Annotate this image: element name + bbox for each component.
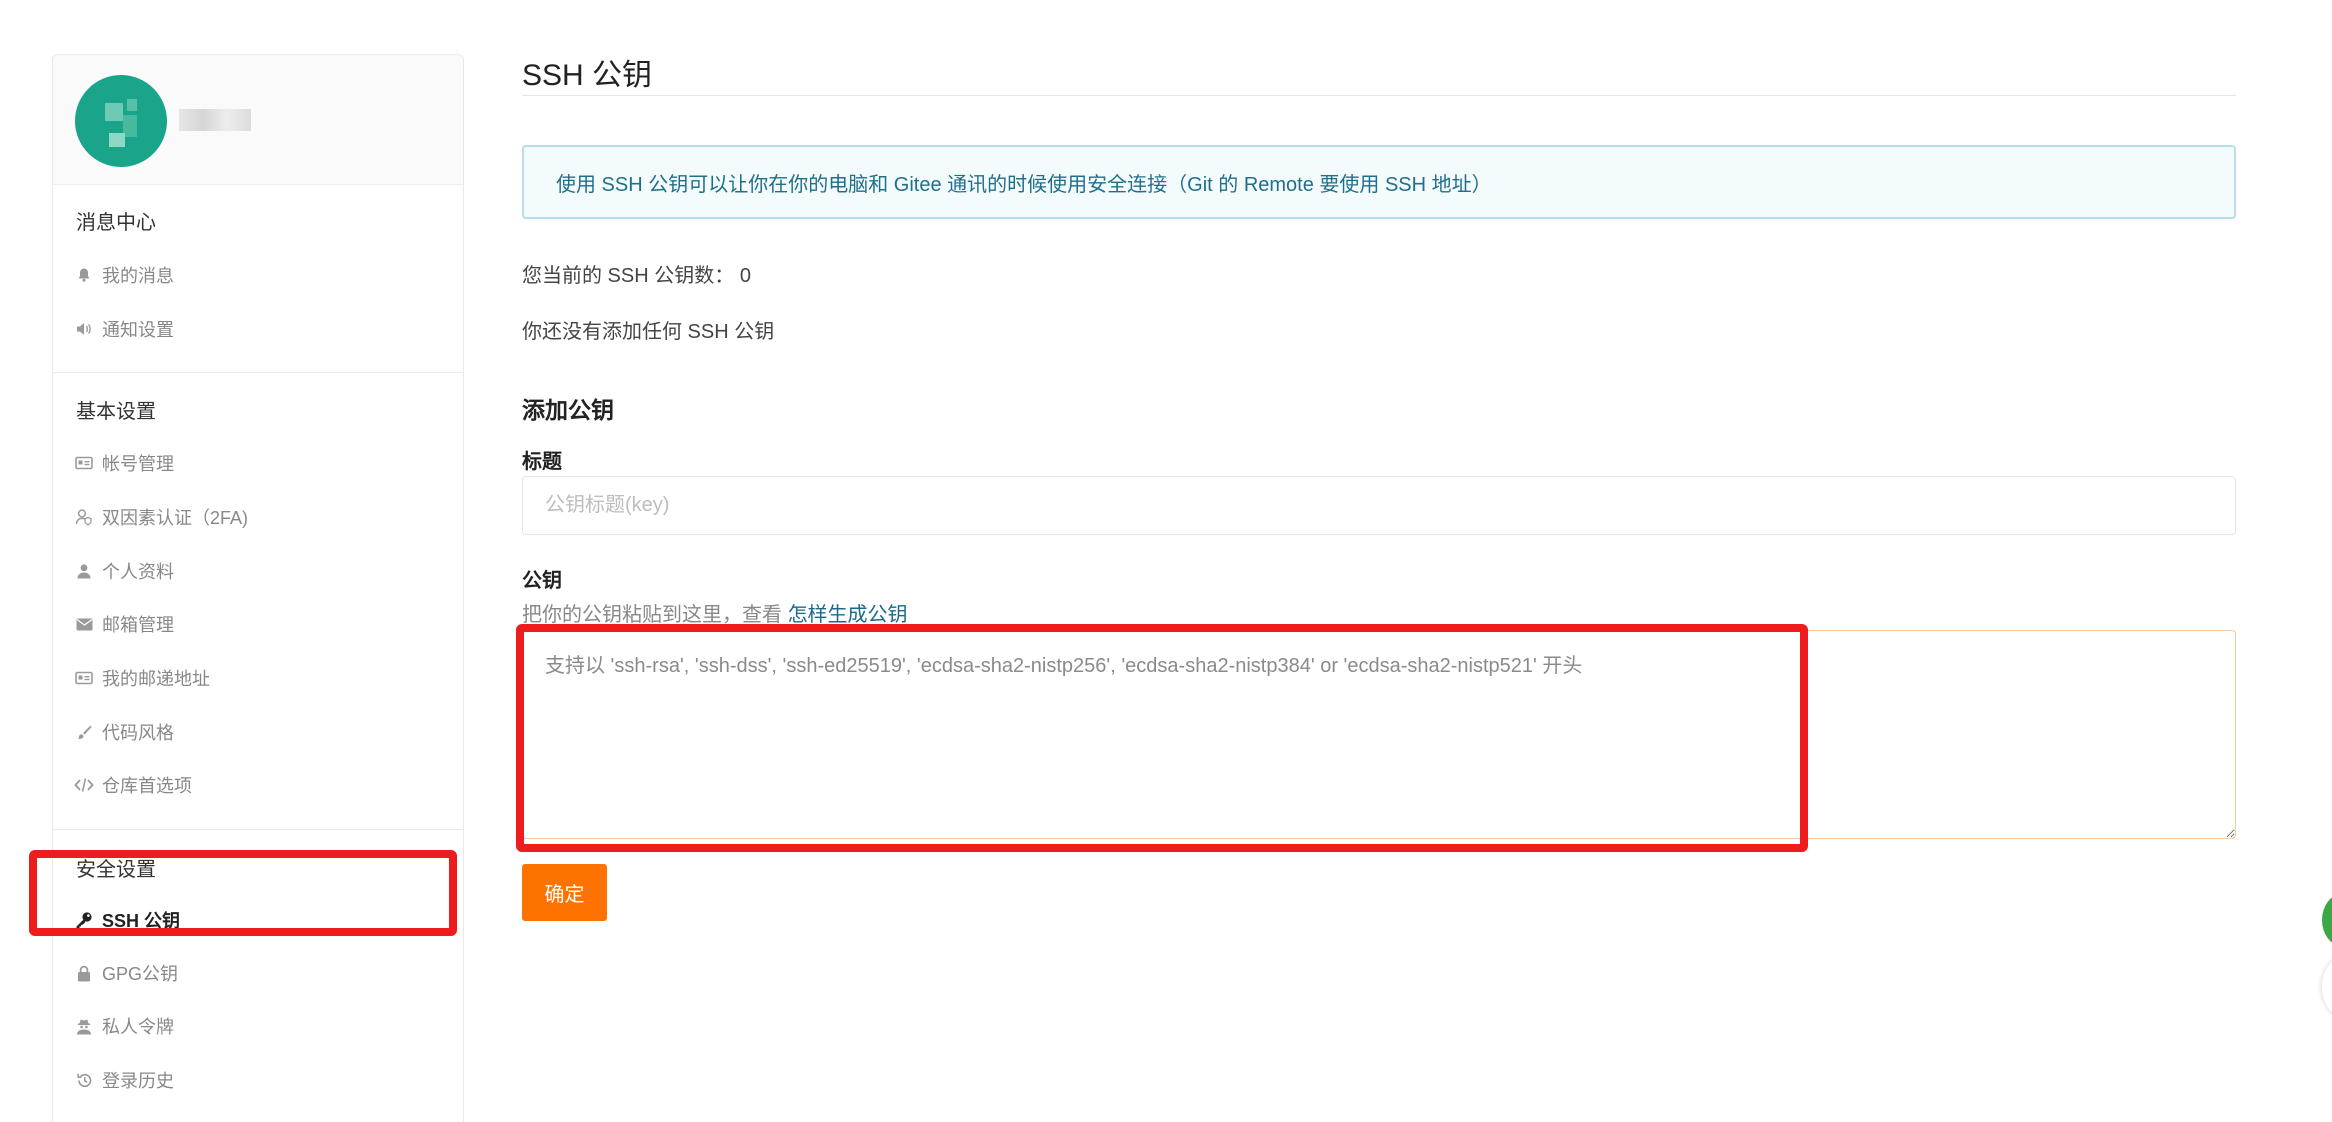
floating-action-button[interactable] — [2322, 894, 2332, 946]
envelope-icon — [74, 614, 94, 634]
sidebar-item-label: 我的邮递地址 — [102, 669, 210, 689]
key-count-label: 您当前的 SSH 公钥数： — [522, 265, 735, 287]
key-count-value: 0 — [739, 265, 751, 287]
section-title-security: 安全设置 — [76, 859, 156, 881]
section-title-messages: 消息中心 — [76, 212, 156, 234]
sidebar-item-label: GPG公钥 — [102, 964, 179, 984]
sidebar-item-label: 个人资料 — [102, 562, 174, 582]
sidebar-item-notify-settings[interactable]: 通知设置 — [74, 314, 174, 344]
key-count: 您当前的 SSH 公钥数： 0 — [522, 259, 751, 288]
user-card — [53, 55, 463, 185]
sidebar-item-label: 通知设置 — [102, 320, 174, 340]
title-divider — [522, 95, 2236, 96]
sidebar-item-address[interactable]: 我的邮递地址 — [74, 663, 210, 693]
user-secret-icon — [74, 1016, 94, 1036]
sidebar-item-two-factor[interactable]: 双因素认证（2FA) — [74, 502, 248, 532]
user-shield-icon — [74, 507, 94, 527]
add-key-heading: 添加公钥 — [522, 397, 614, 423]
key-field-label: 公钥 — [522, 570, 562, 592]
bell-icon — [74, 265, 94, 285]
key-hint-text: 把你的公钥粘贴到这里，查看 — [522, 604, 782, 626]
sidebar-item-private-token[interactable]: 私人令牌 — [74, 1011, 174, 1041]
floating-helper-button[interactable] — [2322, 958, 2332, 1016]
lock-icon — [74, 963, 94, 983]
sidebar-item-label: 代码风格 — [102, 723, 174, 743]
title-field-label: 标题 — [522, 451, 562, 473]
sidebar-item-account[interactable]: 帐号管理 — [74, 448, 174, 478]
sidebar-item-profile[interactable]: 个人资料 — [74, 556, 174, 586]
sidebar-item-label: 登录历史 — [102, 1071, 174, 1091]
sidebar-item-gpg-keys[interactable]: GPG公钥 — [74, 958, 178, 988]
sidebar-item-repo-prefs[interactable]: 仓库首选项 — [74, 770, 192, 800]
info-banner: 使用 SSH 公钥可以让你在你的电脑和 Gitee 通讯的时候使用安全连接（Gi… — [522, 145, 2236, 219]
sidebar-item-code-style[interactable]: 代码风格 — [74, 717, 174, 747]
how-to-generate-key-link[interactable]: 怎样生成公钥 — [788, 604, 908, 626]
sidebar-item-login-history[interactable]: 登录历史 — [74, 1065, 174, 1095]
info-banner-text: 使用 SSH 公钥可以让你在你的电脑和 Gitee 通讯的时候使用安全连接（Gi… — [556, 173, 1492, 196]
sidebar-item-my-messages[interactable]: 我的消息 — [74, 260, 174, 290]
section-title-basic: 基本设置 — [76, 401, 156, 423]
sidebar-item-label: 帐号管理 — [102, 454, 174, 474]
submit-button[interactable]: 确定 — [522, 864, 607, 921]
sidebar-item-label: 我的消息 — [102, 266, 174, 286]
sidebar-item-label: SSH 公钥 — [102, 911, 181, 931]
key-field-hint: 把你的公钥粘贴到这里，查看 怎样生成公钥 — [522, 598, 908, 627]
brush-icon — [74, 722, 94, 742]
sidebar-item-ssh-keys[interactable]: SSH 公钥 — [74, 905, 180, 935]
sidebar-item-label: 仓库首选项 — [102, 776, 192, 796]
speaker-icon — [74, 319, 94, 339]
id-card-icon — [74, 453, 94, 473]
sidebar-item-label: 双因素认证（2FA) — [102, 508, 249, 528]
avatar[interactable] — [75, 75, 167, 167]
sidebar-item-email[interactable]: 邮箱管理 — [74, 609, 174, 639]
empty-keys-message: 你还没有添加任何 SSH 公钥 — [522, 321, 775, 343]
code-icon — [74, 775, 94, 795]
sidebar-divider — [52, 829, 464, 830]
sidebar-item-label: 私人令牌 — [102, 1017, 174, 1037]
key-icon — [74, 910, 94, 930]
key-title-input[interactable] — [522, 476, 2236, 535]
sidebar-divider — [52, 372, 464, 373]
public-key-textarea[interactable] — [522, 630, 2236, 839]
id-card-icon — [74, 668, 94, 688]
sidebar-item-label: 邮箱管理 — [102, 615, 174, 635]
history-icon — [74, 1070, 94, 1090]
user-icon — [74, 561, 94, 581]
page-title: SSH 公钥 — [522, 59, 653, 92]
username-blurred[interactable] — [179, 109, 251, 131]
